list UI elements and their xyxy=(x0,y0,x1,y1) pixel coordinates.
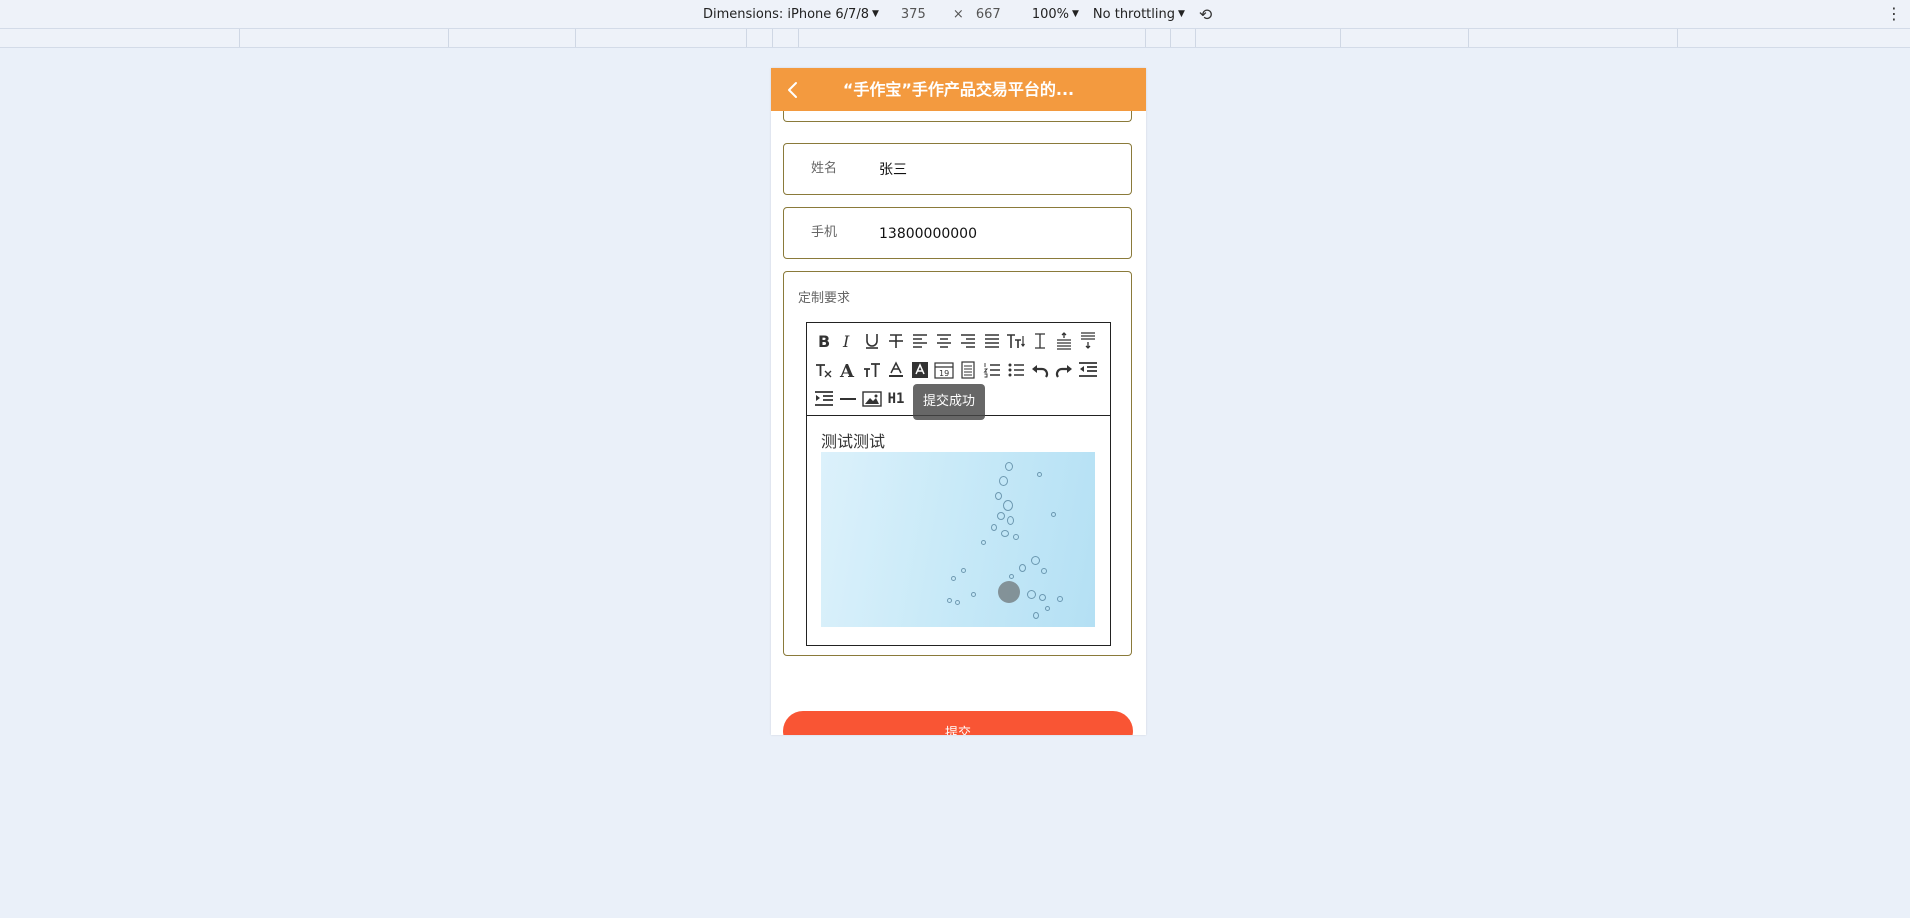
ordered-list-icon[interactable] xyxy=(981,359,1003,381)
page-title: “手作宝”手作产品交易平台的... xyxy=(842,80,1075,99)
background-color-icon[interactable] xyxy=(909,359,931,381)
phone-input[interactable]: 13800000000 xyxy=(879,208,977,260)
rich-text-editor: B I A 19 H1 测试测试 xyxy=(806,322,1111,646)
editor-text: 测试测试 xyxy=(821,432,886,451)
phone-field[interactable]: 手机 13800000000 xyxy=(783,207,1132,259)
inserted-image xyxy=(821,452,1095,627)
phone-label: 手机 xyxy=(811,225,838,240)
svg-text:B: B xyxy=(818,332,830,350)
redo-icon[interactable] xyxy=(1053,359,1075,381)
custom-requirements-field: 定制要求 B I A 19 H1 测试测试 xyxy=(783,271,1132,656)
chevron-down-icon: ▼ xyxy=(871,9,879,19)
app-header: “手作宝”手作产品交易平台的... xyxy=(771,68,1146,111)
svg-text:19: 19 xyxy=(939,369,949,378)
name-field[interactable]: 姓名 张三 xyxy=(783,143,1132,195)
device-label: Dimensions: iPhone 6/7/8 xyxy=(703,6,869,22)
italic-icon[interactable]: I xyxy=(837,330,859,352)
chevron-down-icon: ▼ xyxy=(1071,9,1079,19)
font-size-small-icon[interactable] xyxy=(861,359,883,381)
unordered-list-icon[interactable] xyxy=(1005,359,1027,381)
clear-format-icon[interactable] xyxy=(813,359,835,381)
svg-text:I: I xyxy=(842,332,850,350)
date-icon[interactable]: 19 xyxy=(933,359,955,381)
indent-icon[interactable] xyxy=(813,388,835,410)
times-sign: × xyxy=(952,6,964,22)
outdent-icon[interactable] xyxy=(1077,359,1099,381)
success-toast: 提交成功 xyxy=(913,384,986,420)
throttle-label: No throttling xyxy=(1092,6,1175,22)
touch-cursor xyxy=(998,581,1020,603)
name-input[interactable]: 张三 xyxy=(879,144,907,196)
mobile-viewport: “手作宝”手作产品交易平台的... 姓名 张三 手机 13800000000 定… xyxy=(771,68,1146,735)
throttle-select[interactable]: No throttling ▼ xyxy=(1093,7,1185,22)
custom-requirements-label: 定制要求 xyxy=(798,291,851,306)
strikethrough-icon[interactable] xyxy=(885,330,907,352)
rotate-icon[interactable]: ⟲ xyxy=(1199,5,1212,24)
more-options-icon[interactable]: ⋮ xyxy=(1886,4,1902,23)
width-input[interactable]: 375 xyxy=(901,7,941,22)
font-color-icon[interactable] xyxy=(885,359,907,381)
align-justify-icon[interactable] xyxy=(981,330,1003,352)
zoom-label: 100% xyxy=(1031,6,1069,22)
heading-icon[interactable]: H1 xyxy=(885,388,907,410)
name-label: 姓名 xyxy=(811,161,838,176)
font-family-icon[interactable]: A xyxy=(837,359,859,381)
devtools-device-toolbar: Dimensions: iPhone 6/7/8 ▼ 375 × 667 100… xyxy=(0,0,1910,29)
font-size-icon[interactable] xyxy=(1005,330,1027,352)
height-input[interactable]: 667 xyxy=(976,7,1016,22)
time-icon[interactable] xyxy=(957,359,979,381)
horizontal-rule-icon[interactable] xyxy=(837,388,859,410)
svg-text:A: A xyxy=(839,361,855,379)
underline-icon[interactable] xyxy=(861,330,883,352)
align-right-icon[interactable] xyxy=(957,330,979,352)
chevron-down-icon: ▼ xyxy=(1177,9,1185,19)
line-height-icon[interactable] xyxy=(1029,330,1051,352)
paragraph-spacing-top-icon[interactable] xyxy=(1053,330,1075,352)
media-query-ruler xyxy=(0,29,1910,48)
zoom-select[interactable]: 100% ▼ xyxy=(1032,7,1079,22)
back-arrow-icon[interactable] xyxy=(779,76,807,104)
device-select[interactable]: Dimensions: iPhone 6/7/8 ▼ xyxy=(703,7,879,22)
bold-icon[interactable]: B xyxy=(813,330,835,352)
image-icon[interactable] xyxy=(861,388,883,410)
undo-icon[interactable] xyxy=(1029,359,1051,381)
align-left-icon[interactable] xyxy=(909,330,931,352)
editor-content-area[interactable]: 测试测试 xyxy=(807,416,1110,645)
paragraph-spacing-bottom-icon[interactable] xyxy=(1077,330,1099,352)
align-center-icon[interactable] xyxy=(933,330,955,352)
submit-button[interactable]: 提交 xyxy=(783,711,1133,735)
